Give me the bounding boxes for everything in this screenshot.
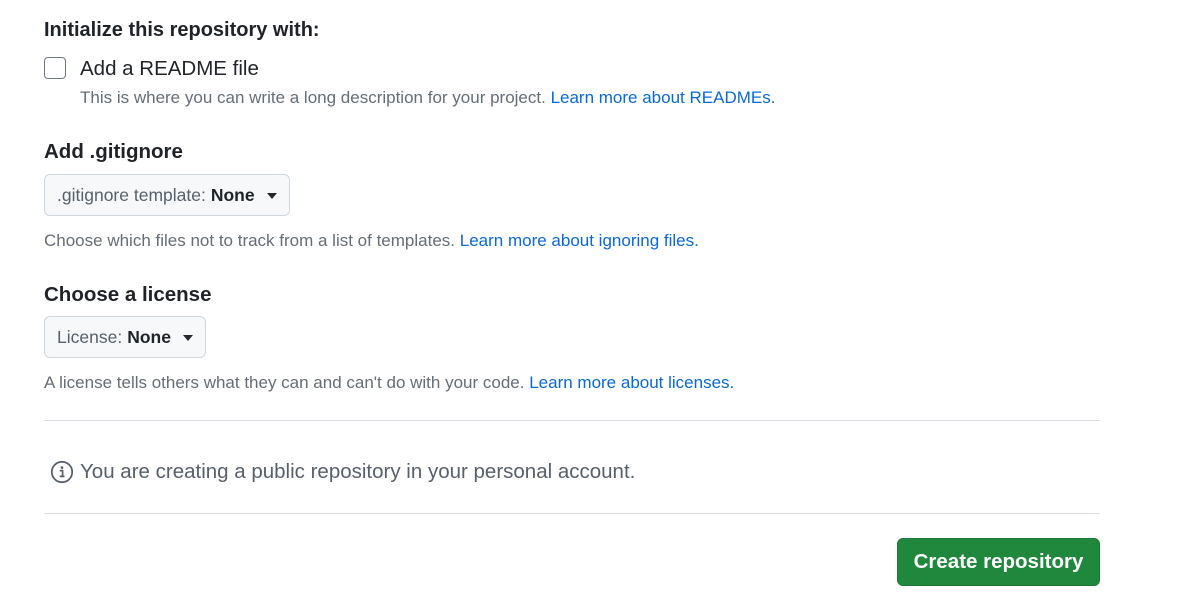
readme-description: This is where you can write a long descr… — [80, 88, 775, 108]
info-icon — [50, 460, 74, 484]
gitignore-dropdown-prefix: .gitignore template: — [57, 184, 206, 205]
readme-label[interactable]: Add a README file — [80, 57, 259, 81]
gitignore-dropdown-value: None — [210, 184, 255, 205]
gitignore-heading: Add .gitignore — [44, 140, 183, 163]
gitignore-learn-more-link[interactable]: Learn more about ignoring files. — [460, 231, 699, 250]
license-help: A license tells others what they can and… — [44, 373, 734, 393]
readme-checkbox[interactable] — [44, 57, 66, 79]
readme-description-text: This is where you can write a long descr… — [80, 88, 546, 107]
license-dropdown-prefix: License: — [57, 326, 123, 347]
gitignore-template-dropdown[interactable]: .gitignore template: None — [44, 174, 290, 216]
readme-learn-more-link[interactable]: Learn more about READMEs. — [551, 88, 776, 107]
notice-text: You are creating a public repository in … — [80, 460, 636, 483]
divider — [44, 420, 1100, 421]
caret-down-icon — [182, 335, 193, 341]
license-help-text: A license tells others what they can and… — [44, 373, 525, 392]
gitignore-help-text: Choose which files not to track from a l… — [44, 231, 456, 250]
license-heading: Choose a license — [44, 283, 212, 306]
create-repository-button[interactable]: Create repository — [897, 538, 1100, 586]
repository-init-form: Initialize this repository with: Add a R… — [0, 0, 1191, 605]
license-learn-more-link[interactable]: Learn more about licenses. — [529, 373, 734, 392]
caret-down-icon — [266, 193, 277, 199]
license-dropdown-value: None — [127, 326, 171, 347]
public-repository-notice: You are creating a public repository in … — [50, 460, 635, 484]
license-dropdown[interactable]: License: None — [44, 316, 206, 358]
gitignore-help: Choose which files not to track from a l… — [44, 231, 699, 251]
divider — [44, 513, 1100, 514]
init-heading: Initialize this repository with: — [44, 19, 320, 41]
